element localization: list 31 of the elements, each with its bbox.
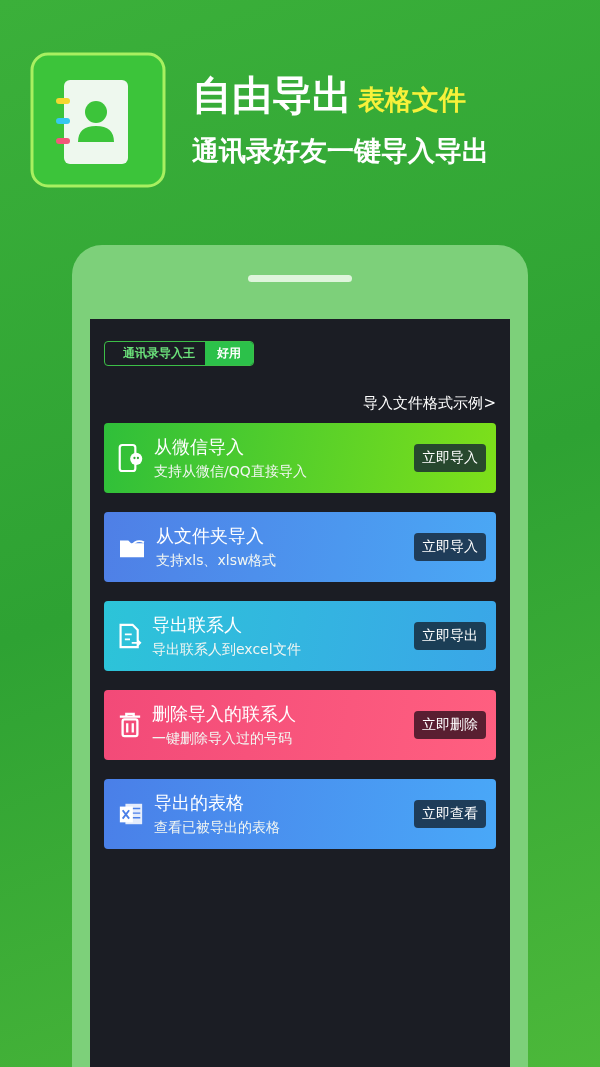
action-button[interactable]: 立即导入 [414, 533, 486, 561]
action-description: 支持xls、xlsw格式 [156, 552, 278, 570]
app-name-tag: 通讯录导入王 [105, 342, 205, 365]
format-example-link[interactable]: 导入文件格式示例> [363, 394, 496, 413]
trash-icon [118, 712, 142, 738]
app-badge: 好用 [205, 342, 253, 365]
action-title: 从文件夹导入 [156, 524, 265, 548]
action-card[interactable]: 从微信导入 支持从微信/QQ直接导入 立即导入 [104, 423, 496, 493]
action-title: 导出联系人 [152, 613, 243, 637]
action-card[interactable]: 删除导入的联系人 一键删除导入过的号码 立即删除 [104, 690, 496, 760]
action-description: 一键删除导入过的号码 [152, 730, 293, 748]
action-card[interactable]: 从文件夹导入 支持xls、xlsw格式 立即导入 [104, 512, 496, 582]
spreadsheet-icon [118, 801, 144, 827]
document-export-icon [118, 622, 142, 650]
banner-subtitle: 通讯录好友一键导入导出 [192, 134, 489, 168]
action-title: 导出的表格 [154, 791, 245, 815]
action-description: 支持从微信/QQ直接导入 [154, 463, 308, 481]
action-button[interactable]: 立即导出 [414, 622, 486, 650]
action-title: 从微信导入 [154, 435, 245, 459]
action-description: 查看已被导出的表格 [154, 819, 281, 837]
app-logo-icon [30, 52, 166, 188]
action-card[interactable]: 导出联系人 导出联系人到excel文件 立即导出 [104, 601, 496, 671]
action-description: 导出联系人到excel文件 [152, 641, 302, 659]
banner-title-highlight: 表格文件 [358, 83, 466, 117]
action-card[interactable]: 导出的表格 查看已被导出的表格 立即查看 [104, 779, 496, 849]
action-button[interactable]: 立即删除 [414, 711, 486, 739]
action-button[interactable]: 立即导入 [414, 444, 486, 472]
banner-title: 自由导出 [192, 71, 352, 119]
action-title: 删除导入的联系人 [152, 702, 297, 726]
phone-chat-icon [118, 443, 144, 473]
action-button[interactable]: 立即查看 [414, 800, 486, 828]
